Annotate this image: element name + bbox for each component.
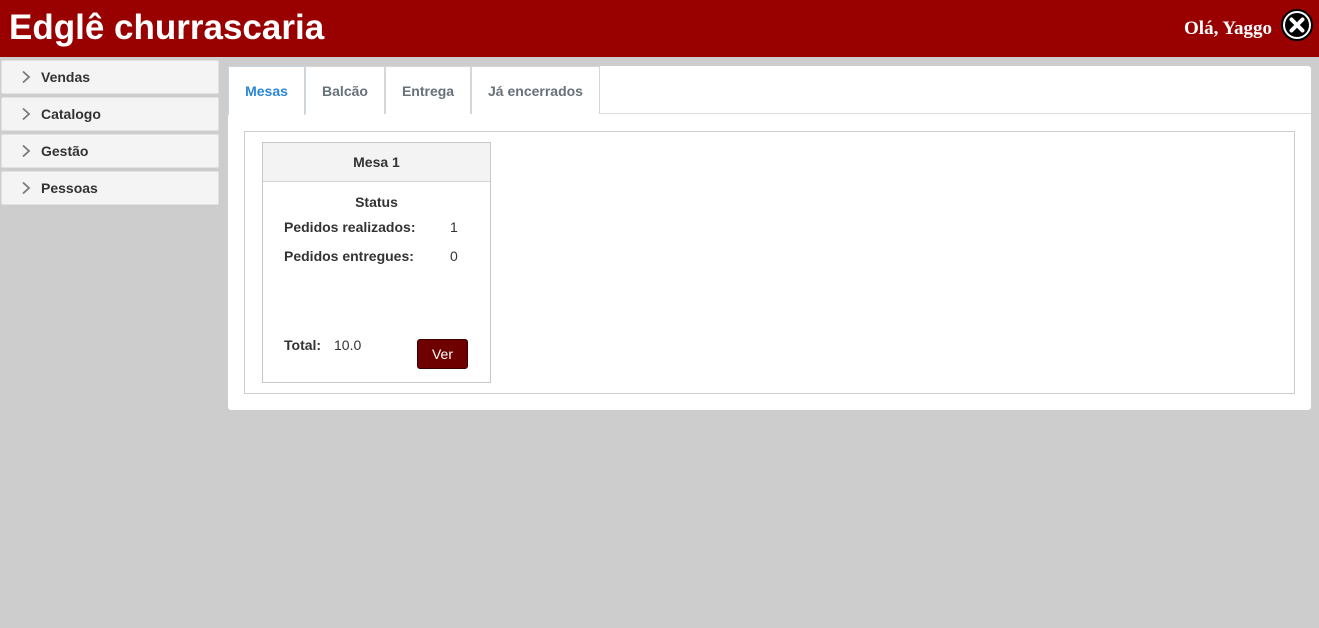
chevron-right-icon — [19, 181, 33, 195]
mesa-card: Mesa 1 Status Pedidos realizados: 1 Pedi… — [262, 142, 491, 383]
pedidos-entregues-label: Pedidos entregues: — [284, 248, 414, 264]
sidebar-item-catalogo[interactable]: Catalogo — [1, 97, 219, 131]
tab-ja-encerrados[interactable]: Já encerrados — [471, 66, 600, 114]
sidebar: Vendas Catalogo Gestão Pessoas — [1, 60, 219, 208]
total-label: Total: — [284, 337, 322, 353]
pedidos-entregues-value: 0 — [450, 248, 458, 264]
tab-bar: Mesas Balcão Entrega Já encerrados — [228, 66, 1311, 115]
sidebar-item-label: Vendas — [41, 69, 91, 85]
close-icon[interactable] — [1281, 9, 1313, 41]
main-panel: Mesas Balcão Entrega Já encerrados Mesa … — [228, 66, 1311, 410]
sidebar-item-vendas[interactable]: Vendas — [1, 60, 219, 94]
tab-mesas[interactable]: Mesas — [228, 66, 305, 115]
total-value: 10.0 — [334, 337, 362, 353]
sidebar-item-pessoas[interactable]: Pessoas — [1, 171, 219, 205]
status-title: Status — [355, 194, 398, 210]
tab-balcao[interactable]: Balcão — [305, 66, 385, 114]
ver-button[interactable]: Ver — [417, 339, 468, 369]
app-title: Edglê churrascaria — [9, 8, 325, 47]
user-greeting: Olá, Yaggo — [1184, 18, 1272, 39]
chevron-right-icon — [19, 70, 33, 84]
chevron-right-icon — [19, 107, 33, 121]
sidebar-item-label: Gestão — [41, 143, 89, 159]
sidebar-item-label: Catalogo — [41, 106, 101, 122]
app-header: Edglê churrascaria Olá, Yaggo — [0, 0, 1319, 57]
sidebar-item-gestao[interactable]: Gestão — [1, 134, 219, 168]
pedidos-realizados-value: 1 — [450, 219, 458, 235]
tables-container: Mesa 1 Status Pedidos realizados: 1 Pedi… — [244, 131, 1295, 394]
pedidos-realizados-label: Pedidos realizados: — [284, 219, 416, 235]
mesa-card-title: Mesa 1 — [263, 143, 490, 182]
chevron-right-icon — [19, 144, 33, 158]
sidebar-item-label: Pessoas — [41, 180, 98, 196]
tab-entrega[interactable]: Entrega — [385, 66, 471, 114]
